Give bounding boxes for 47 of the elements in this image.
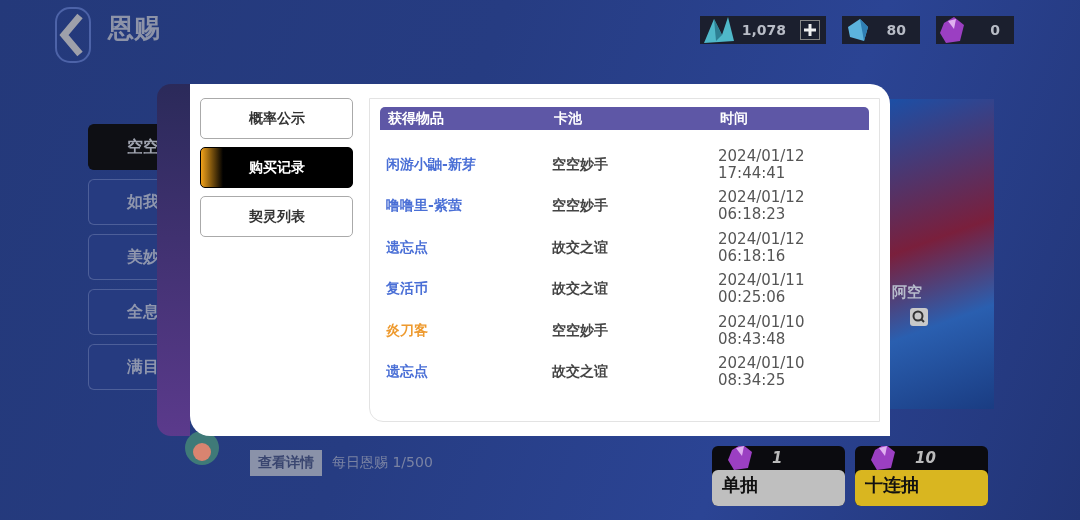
draw-cost: 1: [772, 449, 783, 467]
table-cell-text: 故交之谊: [552, 280, 609, 299]
table-cell-text: 炎刀客: [386, 321, 429, 340]
dialog-tab[interactable]: 购买记录: [200, 147, 353, 188]
table-cell-text: 遗忘点: [386, 363, 429, 382]
crystal-icon: [701, 15, 736, 45]
table-cell: 2024/01/11: [718, 272, 805, 290]
page-title: 恩赐: [108, 11, 160, 45]
dialog-tab[interactable]: 概率公示: [200, 98, 353, 139]
draw-label: 单抽: [712, 470, 845, 506]
currency-amount: 0: [990, 22, 1001, 38]
table-cell-text: 闲游小鼬-新芽: [386, 155, 477, 174]
gem-icon: [938, 15, 966, 45]
table-cell: 2024/01/12: [718, 230, 805, 248]
plus-icon[interactable]: [800, 20, 820, 40]
column-header: 卡池: [554, 109, 583, 128]
daily-count: 每日恩赐 1/500: [332, 454, 433, 472]
table-cell-text: 遗忘点: [386, 238, 429, 257]
table-cell: 2024/01/10: [718, 313, 805, 331]
draw-button[interactable]: 1 单抽: [712, 446, 845, 506]
table-cell-text: 噜噜里-紫萤: [386, 197, 463, 216]
table-cell-text: 空空妙手: [552, 155, 609, 174]
draw-cost: 10: [915, 449, 936, 467]
search-icon[interactable]: [910, 308, 928, 326]
table-cell: 06:18:16: [718, 247, 786, 265]
column-header: 获得物品: [388, 109, 445, 128]
table-cell-text: 故交之谊: [552, 238, 609, 257]
table-cell-text: 复活币: [386, 280, 429, 299]
table-cell-text: 故交之谊: [552, 363, 609, 382]
back-icon[interactable]: [54, 6, 92, 64]
dialog-tab[interactable]: 契灵列表: [200, 196, 353, 237]
table-cell: 2024/01/12: [718, 147, 805, 165]
currency-amount: 80: [886, 22, 907, 38]
table-cell: 08:43:48: [718, 330, 786, 348]
table-cell-text: 空空妙手: [552, 321, 609, 340]
character-name: 阿空: [892, 283, 922, 302]
table-cell: 08:34:25: [718, 372, 786, 390]
draw-label: 十连抽: [855, 470, 988, 506]
table-cell-text: 空空妙手: [552, 197, 609, 216]
draw-button[interactable]: 10 十连抽: [855, 446, 988, 506]
table-cell: 2024/01/12: [718, 189, 805, 207]
currency-amount: 1,078: [741, 22, 787, 38]
table-cell: 00:25:06: [718, 289, 786, 307]
column-header: 时间: [720, 109, 749, 128]
table-cell: 17:44:41: [718, 164, 786, 182]
table-cell: 06:18:23: [718, 206, 786, 224]
table-cell: 2024/01/10: [718, 355, 805, 373]
